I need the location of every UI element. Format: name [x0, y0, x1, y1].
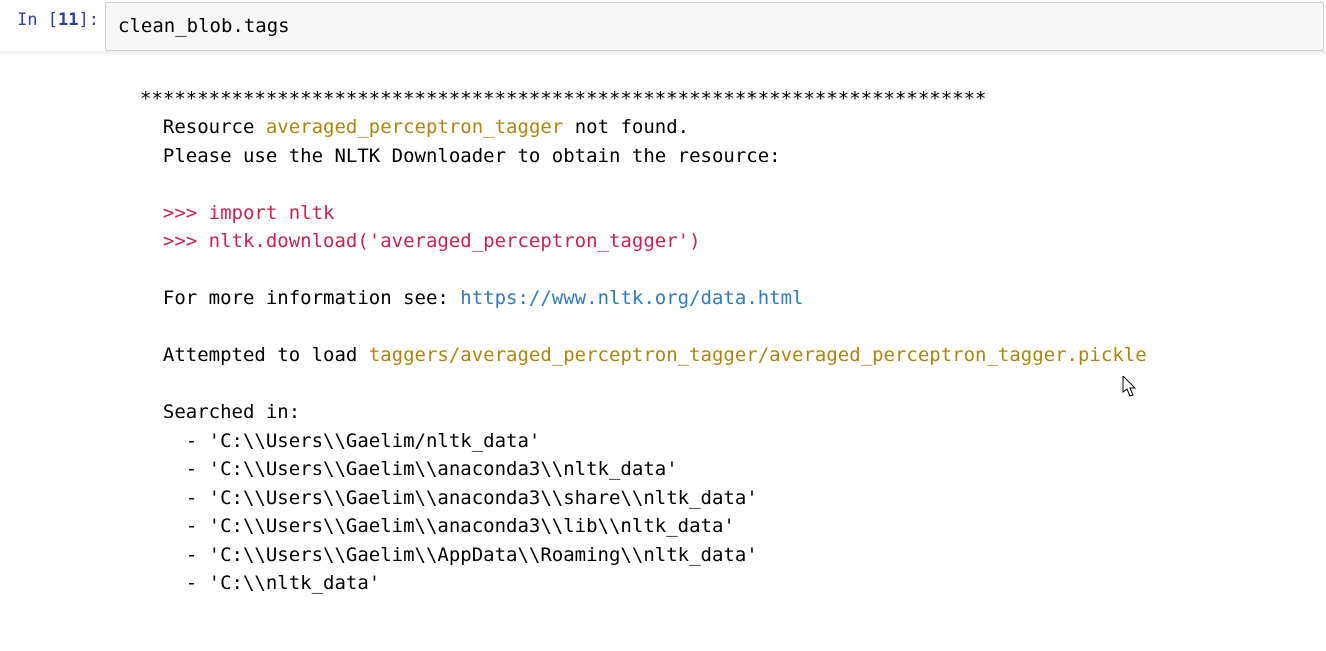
searched-path-5: - 'C:\\nltk_data' [140, 572, 380, 594]
stars-line: ****************************************… [140, 88, 986, 110]
please-line: Please use the NLTK Downloader to obtain… [140, 145, 781, 167]
attempted-path: taggers/averaged_perceptron_tagger/avera… [369, 344, 1147, 366]
nltk-code-line1: >>> import nltk [140, 202, 334, 224]
searched-path-0: - 'C:\\Users\\Gaelim/nltk_data' [140, 430, 540, 452]
info-prefix: For more information see: [140, 287, 460, 309]
searched-header: Searched in: [140, 401, 300, 423]
cell-shadow [0, 51, 1326, 57]
searched-path-2: - 'C:\\Users\\Gaelim\\anaconda3\\share\\… [140, 487, 758, 509]
prompt-bracket-close: ]: [79, 10, 99, 30]
resource-name: averaged_perceptron_tagger [266, 116, 563, 138]
input-prompt: In [11]: [0, 0, 105, 30]
input-cell: In [11]: clean_blob.tags [0, 0, 1326, 51]
output-area: ****************************************… [0, 85, 1326, 598]
searched-path-1: - 'C:\\Users\\Gaelim\\anaconda3\\nltk_da… [140, 458, 678, 480]
code-text: clean_blob.tags [118, 15, 290, 37]
searched-path-3: - 'C:\\Users\\Gaelim\\anaconda3\\lib\\nl… [140, 515, 735, 537]
searched-path-4: - 'C:\\Users\\Gaelim\\AppData\\Roaming\\… [140, 544, 758, 566]
prompt-bracket-open: [ [48, 10, 58, 30]
prompt-label: In [17, 10, 48, 30]
resource-suffix: not found. [563, 116, 689, 138]
nltk-code-line2: >>> nltk.download('averaged_perceptron_t… [140, 230, 701, 252]
info-link[interactable]: https://www.nltk.org/data.html [460, 287, 803, 309]
attempted-prefix: Attempted to load [140, 344, 369, 366]
output-text[interactable]: ****************************************… [105, 85, 1326, 598]
resource-prefix: Resource [140, 116, 266, 138]
output-prompt-spacer [0, 85, 105, 598]
code-input[interactable]: clean_blob.tags [105, 2, 1324, 51]
prompt-number: 11 [58, 10, 78, 30]
